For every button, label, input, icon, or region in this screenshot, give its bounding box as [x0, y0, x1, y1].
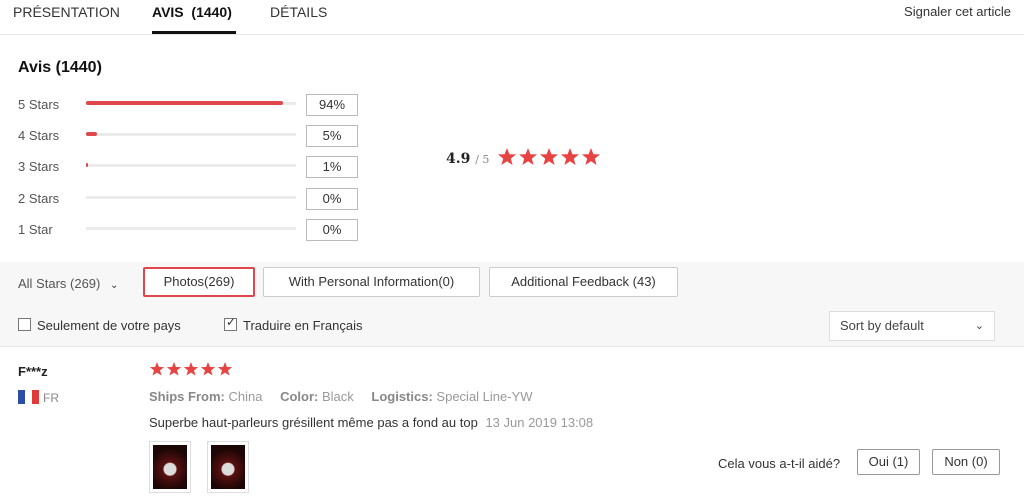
chevron-down-icon: ⌄ — [974, 320, 984, 332]
rating-label: 1 Star — [18, 222, 53, 237]
rating-label: 5 Stars — [18, 97, 60, 112]
checkmark-icon: ✓ — [226, 315, 237, 329]
rating-label: 2 Stars — [18, 191, 60, 206]
filter-personal-info-button[interactable]: With Personal Information(0) — [263, 267, 480, 297]
report-item-link[interactable]: Signaler cet article — [904, 4, 1011, 19]
average-score-denominator: / 5 — [475, 153, 490, 166]
helpful-question: Cela vous a-t-il aidé? — [718, 456, 841, 471]
rating-bar-track — [86, 163, 296, 167]
only-country-checkbox[interactable]: Seulement de votre pays — [18, 318, 181, 333]
reviews-title: Avis (1440) — [18, 59, 102, 76]
review-stars — [149, 361, 233, 382]
review-photo — [153, 445, 187, 489]
rating-bar-fill — [86, 163, 89, 167]
sort-select[interactable]: Sort by default ⌄ — [829, 311, 995, 341]
ships-from-label: Ships From: — [149, 389, 225, 404]
logistics-label: Logistics: — [371, 389, 433, 404]
star-icon — [540, 148, 558, 165]
rating-bar-track — [86, 196, 296, 199]
tab-details[interactable]: DÉTAILS — [270, 4, 327, 34]
rating-bar-track — [86, 227, 296, 230]
translate-label: Traduire en Français — [243, 318, 363, 333]
star-icon — [498, 148, 516, 165]
reviewer-country: FR — [18, 390, 59, 405]
star-icon — [217, 362, 233, 376]
rating-percent: 5% — [306, 125, 358, 147]
rating-row-1[interactable]: 1 Star 0% — [18, 219, 368, 241]
review-date: 13 Jun 2019 13:08 — [485, 415, 594, 430]
star-icon — [149, 362, 165, 376]
chevron-down-icon: ⌄ — [110, 280, 119, 291]
color-value: Black — [321, 389, 354, 404]
star-filter-label: All Stars (269) — [18, 276, 101, 291]
review-text: Superbe haut-parleurs grésillent même pa… — [149, 415, 478, 430]
rating-bar-track — [86, 132, 296, 136]
average-score: 4.9 / 5 — [446, 151, 489, 167]
tab-reviews[interactable]: AVIS (1440) — [152, 4, 236, 34]
helpful-yes-button[interactable]: Oui (1) — [857, 449, 920, 475]
filter-additional-feedback-button[interactable]: Additional Feedback (43) — [489, 267, 678, 297]
average-star-icons — [498, 148, 600, 165]
star-icon — [200, 362, 216, 376]
reviewer-name: F***z — [18, 364, 48, 379]
country-code: FR — [43, 391, 59, 405]
star-filter-dropdown[interactable]: All Stars (269) ⌄ — [18, 276, 118, 291]
average-stars — [497, 147, 601, 172]
average-score-value: 4.9 — [446, 151, 471, 167]
rating-row-5[interactable]: 5 Stars 94% — [18, 94, 368, 116]
review-photo-thumbnail[interactable] — [149, 441, 191, 493]
tab-presentation[interactable]: PRÉSENTATION — [13, 4, 120, 34]
rating-bar-fill — [86, 101, 284, 105]
rating-label: 4 Stars — [18, 128, 60, 143]
rating-percent: 0% — [306, 219, 358, 241]
rating-row-2[interactable]: 2 Stars 0% — [18, 188, 368, 210]
only-country-label: Seulement de votre pays — [37, 318, 181, 333]
checkbox-box[interactable]: ✓ — [224, 315, 237, 331]
france-flag-icon — [18, 390, 39, 404]
star-icon — [166, 362, 182, 376]
ships-from-value: China — [228, 389, 263, 404]
review-star-icons — [149, 362, 233, 376]
tab-bar: PRÉSENTATION AVIS (1440) DÉTAILS Signale… — [0, 0, 1024, 35]
rating-percent: 94% — [306, 94, 358, 116]
checkbox-box[interactable] — [18, 318, 31, 331]
rating-label: 3 Stars — [18, 159, 60, 174]
rating-bar-fill — [86, 132, 97, 136]
review-body: Superbe haut-parleurs grésillent même pa… — [149, 415, 593, 430]
rating-row-4[interactable]: 4 Stars 5% — [18, 125, 368, 147]
helpful-no-button[interactable]: Non (0) — [932, 449, 1000, 475]
rating-percent: 0% — [306, 188, 358, 210]
logistics-value: Special Line-YW — [436, 389, 533, 404]
sort-selected-value: Sort by default — [840, 318, 924, 333]
filter-photos-button[interactable]: Photos(269) — [143, 267, 255, 297]
rating-row-3[interactable]: 3 Stars 1% — [18, 156, 368, 178]
star-icon — [561, 148, 579, 165]
review-meta: Ships From: China Color: Black Logistics… — [149, 389, 533, 404]
star-icon — [519, 148, 537, 165]
star-icon — [183, 362, 199, 376]
review-photo — [211, 445, 245, 489]
translate-checkbox[interactable]: ✓ Traduire en Français — [224, 315, 363, 333]
rating-percent: 1% — [306, 156, 358, 178]
review-photo-thumbnail[interactable] — [207, 441, 249, 493]
star-icon — [582, 148, 600, 165]
color-label: Color: — [280, 389, 319, 404]
rating-bar-track — [86, 101, 296, 105]
